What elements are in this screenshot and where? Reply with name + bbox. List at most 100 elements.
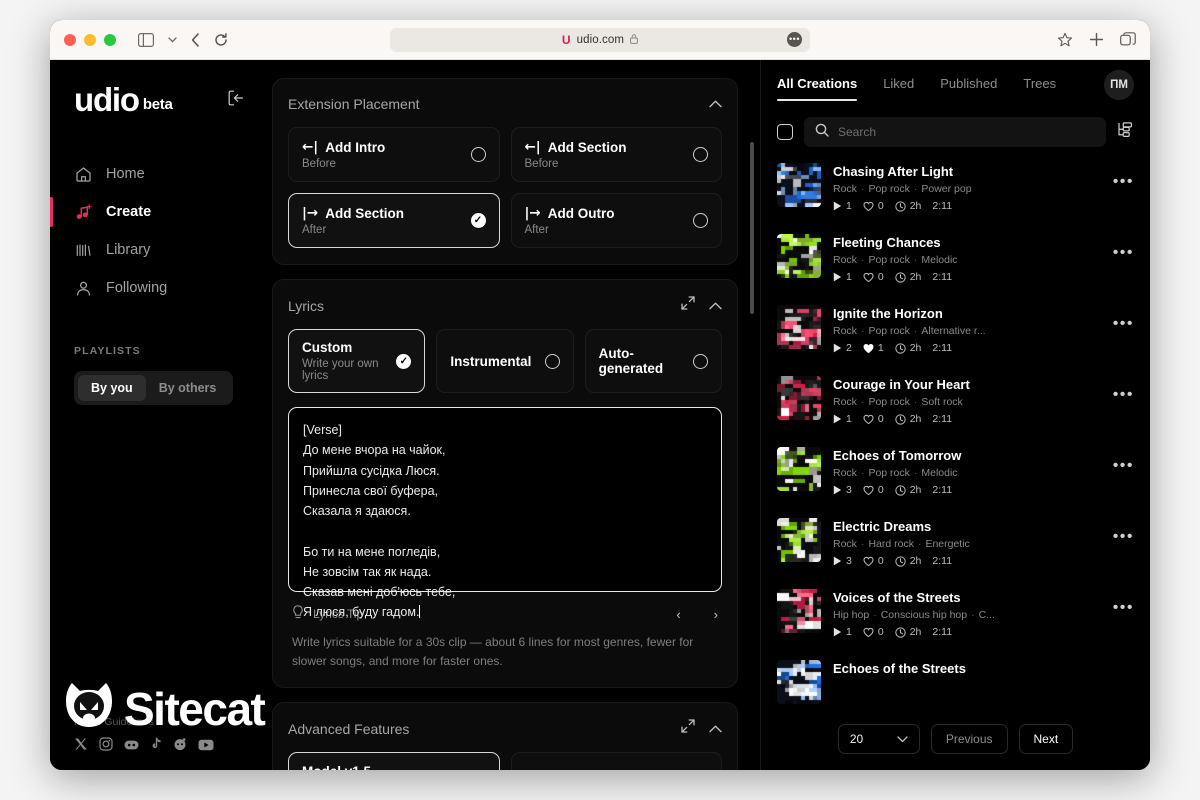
plus-icon[interactable] [1089, 32, 1104, 47]
chevron-down-icon[interactable] [168, 36, 177, 43]
radio-button-selected[interactable]: ✓ [396, 353, 412, 369]
settings-scrollbar[interactable] [750, 142, 754, 314]
sidebar-item-create[interactable]: Create [50, 193, 260, 231]
playlist-filter-segmented[interactable]: By you By others [74, 371, 234, 406]
track-row[interactable]: Electric Dreams Rock · Hard rock · Energetic 3… [777, 518, 1134, 589]
tiktok-icon[interactable] [150, 737, 162, 756]
copy-tabs-icon[interactable] [1120, 31, 1136, 48]
chevron-up-icon[interactable] [709, 95, 722, 113]
track-title[interactable]: Courage in Your Heart [833, 377, 1101, 392]
minimize-window-button[interactable] [84, 33, 96, 46]
tab-published[interactable]: Published [940, 76, 997, 101]
radio-button-selected[interactable]: ✓ [470, 213, 486, 228]
option-add-section-after[interactable]: |→ Add Section After ✓ [288, 193, 500, 248]
track-more-menu-button[interactable]: ••• [1113, 305, 1134, 333]
close-window-button[interactable] [64, 33, 76, 46]
lyrics-textarea[interactable]: [Verse] До мене вчора на чайок, Прийшла … [288, 407, 722, 619]
radio-button[interactable] [470, 147, 486, 162]
reddit-icon[interactable] [173, 737, 187, 756]
option-add-intro-before[interactable]: ←| Add Intro Before [288, 127, 500, 182]
twitter-icon[interactable] [74, 737, 88, 756]
track-row[interactable]: Echoes of the Streets [777, 660, 1134, 731]
avatar[interactable]: ПМ [1104, 70, 1134, 100]
option-title: Model v1.5 [302, 764, 471, 770]
expand-icon[interactable] [681, 296, 695, 315]
track-row[interactable]: Echoes of Tomorrow Rock · Pop rock · Melodic 3… [777, 447, 1134, 518]
playlist-filter-by-you[interactable]: By you [78, 375, 146, 402]
track-more-menu-button[interactable]: ••• [1113, 447, 1134, 475]
track-title[interactable]: Fleeting Chances [833, 235, 1101, 250]
track-row[interactable]: Voices of the Streets Hip hop · Conscious h… [777, 589, 1134, 660]
option-model-v1-5[interactable]: Model v1.5 Our latest and highest qualit… [288, 752, 500, 770]
radio-button[interactable] [693, 147, 708, 162]
track-more-menu-button[interactable]: ••• [1113, 518, 1134, 546]
track-more-menu-button[interactable]: ••• [1113, 163, 1134, 191]
sidebar-toggle-icon[interactable] [138, 32, 154, 47]
instagram-icon[interactable] [99, 737, 113, 756]
option-title: Add Section [547, 139, 627, 155]
expand-icon[interactable] [681, 719, 695, 738]
track-artwork[interactable] [777, 660, 821, 704]
track-artwork[interactable] [777, 447, 821, 491]
window-traffic-lights[interactable] [64, 33, 116, 46]
track-more-menu-button[interactable]: ••• [1113, 376, 1134, 404]
lyrics-mode-instrumental[interactable]: Instrumental [436, 329, 574, 393]
track-artwork[interactable] [777, 518, 821, 562]
tab-liked[interactable]: Liked [883, 76, 914, 101]
track-more-menu-button[interactable]: ••• [1113, 234, 1134, 262]
discord-icon[interactable] [124, 738, 139, 756]
select-all-checkbox[interactable] [777, 124, 793, 140]
track-artwork[interactable] [777, 376, 821, 420]
option-add-outro-after[interactable]: |→ Add Outro After [510, 193, 722, 248]
lyrics-mode-auto-generated[interactable]: Auto-generated [584, 329, 722, 393]
brand-logo[interactable]: udio beta [50, 83, 260, 116]
youtube-icon[interactable] [198, 738, 214, 756]
star-icon[interactable] [1057, 32, 1073, 48]
radio-button[interactable] [693, 213, 708, 228]
sidebar-item-home[interactable]: Home [50, 155, 260, 193]
track-title[interactable]: Electric Dreams [833, 519, 1101, 534]
chevron-up-icon[interactable] [709, 297, 722, 315]
collapse-sidebar-icon[interactable] [228, 90, 244, 111]
tree-view-icon[interactable] [1117, 121, 1134, 143]
page-size-select[interactable]: 20 [837, 724, 920, 754]
sidebar-item-library[interactable]: Library [50, 231, 260, 269]
previous-page-button[interactable]: Previous [930, 724, 1008, 754]
track-title[interactable]: Echoes of the Streets [833, 661, 1134, 676]
chevron-up-icon[interactable] [709, 720, 722, 738]
social-links[interactable] [74, 737, 248, 756]
track-title[interactable]: Chasing After Light [833, 164, 1101, 179]
option-add-section-before[interactable]: ←| Add Section Before [510, 127, 722, 182]
track-title[interactable]: Voices of the Streets [833, 590, 1101, 605]
radio-button[interactable] [692, 353, 708, 369]
reload-icon[interactable] [214, 32, 228, 47]
maximize-window-button[interactable] [104, 33, 116, 46]
next-page-button[interactable]: Next [1018, 724, 1074, 754]
footer-links[interactable]: Music Guidelines [74, 716, 248, 728]
track-row[interactable]: Chasing After Light Rock · Pop rock · Power p… [777, 163, 1134, 234]
back-arrow-icon[interactable] [191, 32, 200, 47]
search-input[interactable]: Search [804, 117, 1106, 147]
track-artwork[interactable] [777, 234, 821, 278]
track-artwork[interactable] [777, 589, 821, 633]
tip-next-button[interactable]: › [714, 607, 718, 622]
lyrics-mode-custom[interactable]: Custom Write your own lyrics ✓ [288, 329, 426, 393]
radio-button[interactable] [544, 353, 560, 369]
track-row[interactable]: Fleeting Chances Rock · Pop rock · Melodic 1 0 2… [777, 234, 1134, 305]
tab-trees[interactable]: Trees [1023, 76, 1056, 101]
address-bar[interactable]: U udio.com ••• [390, 27, 810, 52]
tab-all-creations[interactable]: All Creations [777, 76, 858, 101]
track-title[interactable]: Echoes of Tomorrow [833, 448, 1101, 463]
playlist-filter-by-others[interactable]: By others [146, 375, 230, 401]
track-title[interactable]: Ignite the Horizon [833, 306, 1101, 321]
track-artwork[interactable] [777, 305, 821, 349]
track-more-menu-button[interactable]: ••• [1113, 589, 1134, 617]
tip-previous-button[interactable]: ‹ [676, 607, 680, 622]
option-model-v1-0[interactable]: Model v1.0 The original Udio model [510, 752, 722, 770]
track-artwork[interactable] [777, 163, 821, 207]
sidebar-item-following[interactable]: Following [50, 269, 260, 307]
track-row[interactable]: Ignite the Horizon Rock · Pop rock · Alternat… [777, 305, 1134, 376]
track-stats: 3 0 2h 2:11 [833, 555, 1101, 567]
more-horizontal-icon[interactable]: ••• [787, 32, 802, 47]
track-row[interactable]: Courage in Your Heart Rock · Pop rock · Soft … [777, 376, 1134, 447]
